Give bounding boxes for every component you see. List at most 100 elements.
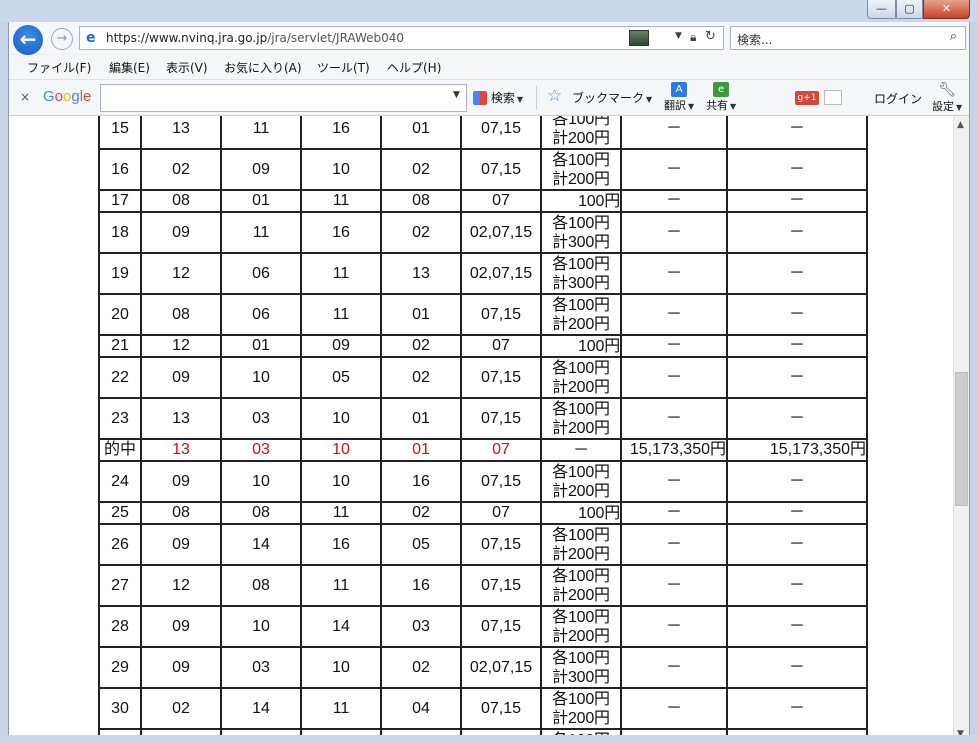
cell-col4: 02 bbox=[380, 356, 462, 399]
browser-search-box[interactable]: 検索... ⌕ bbox=[730, 26, 966, 50]
cell-amount: 各100円計200円 bbox=[540, 397, 622, 440]
cell-col2: 10 bbox=[220, 356, 302, 399]
table-row: 29 09 03 10 02 02,07,15 各100円 計300円－－ bbox=[98, 646, 868, 689]
forward-button[interactable]: → bbox=[51, 28, 73, 50]
cell-payout-total: － bbox=[726, 252, 868, 295]
amount-line-2: 計300円 bbox=[552, 274, 610, 292]
search-icon[interactable]: ⌕ bbox=[950, 29, 957, 44]
address-dropdown-icon[interactable]: ▼ bbox=[675, 31, 682, 41]
google-search-button[interactable]: 検索 ▼ bbox=[473, 89, 523, 106]
cell-col1: 09 bbox=[140, 523, 222, 566]
cell-col3: 10 bbox=[300, 460, 382, 503]
gplus-count-box bbox=[824, 90, 842, 105]
close-button[interactable]: ✕ bbox=[923, 0, 970, 19]
cell-col2: 03 bbox=[220, 646, 302, 689]
amount-line-1: 各100円 bbox=[552, 690, 610, 708]
table-row: 16 02 09 10 02 07,15 各100円 計200円－－ bbox=[98, 148, 868, 191]
back-button[interactable]: ← bbox=[13, 25, 43, 55]
menu-tools[interactable]: ツール(T) bbox=[317, 59, 370, 76]
url-text[interactable]: https://www.nvinq.jra.go.jp/jra/servlet/… bbox=[106, 31, 404, 45]
cell-col3: 11 bbox=[300, 687, 382, 730]
amount-line-2: 計200円 bbox=[552, 709, 610, 727]
cell-payout-total: － bbox=[726, 211, 868, 254]
cell-col3: 16 bbox=[300, 523, 382, 566]
table-row: 22 09 10 05 02 07,15 各100円 計200円－－ bbox=[98, 356, 868, 399]
table-row: 27 12 08 11 16 07,15 各100円 計200円－－ bbox=[98, 564, 868, 607]
amount-line-1: 100円 bbox=[578, 192, 620, 210]
settings-button[interactable]: 🔧︎ 設定 ▼ bbox=[932, 82, 962, 114]
search-history-dropdown-icon[interactable]: ▼ bbox=[453, 90, 460, 100]
cell-payout-total: － bbox=[726, 564, 868, 607]
minimize-button[interactable]: — bbox=[867, 0, 896, 19]
cell-number: 18 bbox=[98, 211, 142, 254]
scroll-up-icon[interactable]: ▲ bbox=[957, 120, 964, 130]
bookmark-label: ブックマーク bbox=[572, 91, 645, 105]
cell-payout-total: － bbox=[726, 501, 868, 525]
share-button[interactable]: e 共有 ▼ bbox=[706, 82, 736, 113]
menu-edit[interactable]: 編集(E) bbox=[109, 59, 150, 76]
results-table: 15 13 11 16 01 07,15 各100円 計200円－－ 16 02 09 10 02 07,… bbox=[98, 116, 868, 743]
hit-row: 的中 13 03 10 01 07 － 15,173,350円 15,173,350円 bbox=[98, 438, 868, 462]
amount-line-1: 各100円 bbox=[552, 400, 610, 418]
cell-col4: 16 bbox=[380, 460, 462, 503]
cell-col4: 05 bbox=[380, 523, 462, 566]
amount-line-2: 計200円 bbox=[552, 545, 610, 563]
cell-amount: 各100円計200円 bbox=[540, 148, 622, 191]
menu-help[interactable]: ヘルプ(H) bbox=[387, 59, 441, 76]
cell-payout: － bbox=[620, 293, 728, 336]
google-search-input[interactable] bbox=[100, 84, 467, 112]
cell-col4: 01 bbox=[380, 293, 462, 336]
amount-line-1: 各100円 bbox=[552, 296, 610, 314]
toolbar-close-icon[interactable]: × bbox=[20, 90, 30, 104]
menu-file[interactable]: ファイル(F) bbox=[27, 59, 91, 76]
cell-col1: 02 bbox=[140, 148, 222, 191]
site-thumbnail-icon[interactable] bbox=[629, 30, 649, 46]
cell-col2: 08 bbox=[220, 564, 302, 607]
cell-number: 26 bbox=[98, 523, 142, 566]
cell-col4: 13 bbox=[380, 252, 462, 295]
cell-amount: 各100円 計300円 bbox=[540, 646, 622, 689]
cell-col4: 16 bbox=[380, 564, 462, 607]
cell-col3: 10 bbox=[300, 148, 382, 191]
cell-col4: 02 bbox=[380, 148, 462, 191]
scroll-thumb[interactable] bbox=[955, 372, 968, 506]
cell-number: 27 bbox=[98, 564, 142, 607]
amount-line-2: 計200円 bbox=[552, 627, 610, 645]
cell-payout: － bbox=[620, 189, 728, 213]
cell-number: 16 bbox=[98, 148, 142, 191]
cell-selection: 07 bbox=[460, 438, 542, 462]
cell-number: 20 bbox=[98, 293, 142, 336]
cell-col1: 08 bbox=[140, 501, 222, 525]
translate-button[interactable]: A 翻訳 ▼ bbox=[664, 82, 694, 113]
reload-icon[interactable]: ↻ bbox=[705, 29, 716, 44]
amount-line-2: 計200円 bbox=[552, 170, 610, 188]
gplus-button[interactable]: g+1 bbox=[795, 91, 819, 105]
cell-payout: － bbox=[620, 211, 728, 254]
lock-icon[interactable]: 🔒︎ bbox=[690, 30, 696, 45]
cell-payout: － bbox=[620, 605, 728, 648]
amount-line-1: 各100円 bbox=[552, 116, 610, 128]
cell-selection: 07,15 bbox=[460, 116, 542, 150]
cell-payout-total: － bbox=[726, 293, 868, 336]
vertical-scrollbar[interactable]: ▲ ▼ bbox=[953, 116, 969, 743]
amount-line-2: 計200円 bbox=[552, 129, 610, 147]
amount-line-2: 計200円 bbox=[552, 419, 610, 437]
share-icon: e bbox=[713, 82, 730, 97]
menu-favorites[interactable]: お気に入り(A) bbox=[224, 59, 302, 76]
amount-line-2: 計200円 bbox=[552, 586, 610, 604]
bookmark-star-icon[interactable]: ☆ bbox=[547, 86, 562, 106]
menu-view[interactable]: 表示(V) bbox=[166, 59, 208, 76]
maximize-button[interactable]: ▢ bbox=[896, 0, 923, 19]
login-link[interactable]: ログイン bbox=[874, 90, 922, 107]
address-bar[interactable]: e https://www.nvinq.jra.go.jp/jra/servle… bbox=[79, 26, 724, 50]
cell-amount: 100円 bbox=[540, 501, 622, 525]
forward-arrow-icon: → bbox=[56, 31, 68, 46]
bookmark-button[interactable]: ブックマーク ▼ bbox=[572, 89, 652, 106]
amount-line-1: 各100円 bbox=[552, 214, 610, 232]
cell-col2: 03 bbox=[220, 397, 302, 440]
cell-payout: － bbox=[620, 501, 728, 525]
search-input[interactable]: 検索... bbox=[737, 31, 772, 48]
amount-line-1: 各100円 bbox=[552, 608, 610, 626]
cell-col1: 12 bbox=[140, 564, 222, 607]
cell-payout: 15,173,350円 bbox=[620, 438, 728, 462]
